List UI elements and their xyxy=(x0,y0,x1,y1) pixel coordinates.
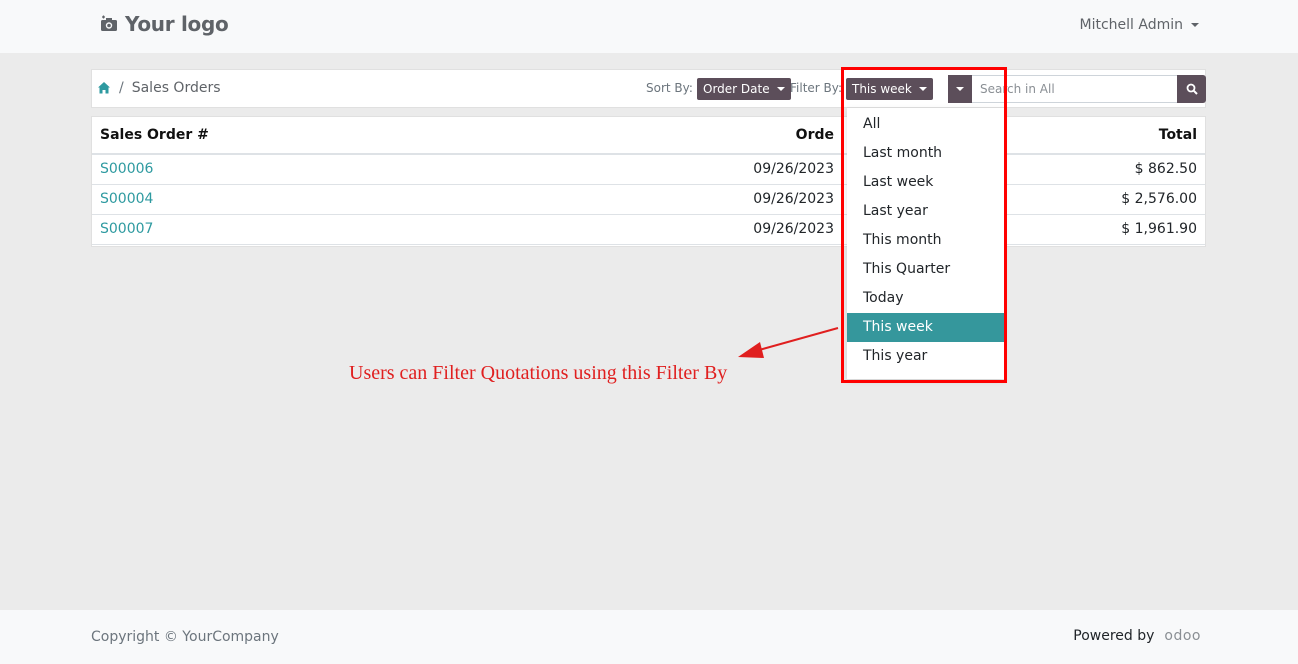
caret-down-icon xyxy=(1191,23,1199,27)
sort-value: Order Date xyxy=(703,82,770,96)
column-header-order-number: Sales Order # xyxy=(92,117,592,155)
user-name: Mitchell Admin xyxy=(1079,17,1184,33)
powered-by-label: Powered by xyxy=(1073,628,1155,644)
annotation-text: Users can Filter Quotations using this F… xyxy=(349,362,728,384)
breadcrumb: / Sales Orders xyxy=(97,80,221,96)
order-date: 09/26/2023 xyxy=(592,184,842,215)
brand-logo[interactable]: Your logo xyxy=(99,12,229,36)
table-row: S00006 09/26/2023 $ 862.50 xyxy=(92,154,1205,185)
footer: Copyright © YourCompany Powered by odoo xyxy=(0,610,1298,664)
portal-toolbar: / Sales Orders Sort By: Order Date Filte… xyxy=(91,69,1206,108)
home-icon[interactable] xyxy=(97,81,111,95)
logo-text: Your logo xyxy=(125,12,229,36)
table-row: S00004 09/26/2023 $ 2,576.00 xyxy=(92,184,1205,215)
breadcrumb-current: Sales Orders xyxy=(131,80,221,96)
order-date: 09/26/2023 xyxy=(592,154,842,185)
table-header-row: Sales Order # Orde Total xyxy=(92,117,1205,155)
table-row: S00007 09/26/2023 $ 1,961.90 xyxy=(92,214,1205,245)
search-icon xyxy=(1186,83,1198,95)
caret-down-icon xyxy=(776,87,785,91)
filter-label: Filter By: xyxy=(790,81,843,95)
breadcrumb-separator: / xyxy=(119,80,124,96)
annotation-arrow-icon xyxy=(738,327,839,358)
odoo-logo[interactable]: odoo xyxy=(1164,628,1201,644)
sales-orders-table: Sales Order # Orde Total S00006 09/26/20… xyxy=(91,116,1206,247)
order-link[interactable]: S00004 xyxy=(100,191,153,207)
powered-by: Powered by odoo xyxy=(1073,628,1201,644)
copyright-text: Copyright © YourCompany xyxy=(91,629,279,645)
order-link[interactable]: S00007 xyxy=(100,221,153,237)
highlight-rectangle xyxy=(841,67,1007,383)
top-navbar: Your logo Mitchell Admin xyxy=(0,0,1298,53)
column-header-order-date: Orde xyxy=(592,117,842,155)
order-date: 09/26/2023 xyxy=(592,214,842,245)
sort-label: Sort By: xyxy=(646,81,693,95)
camera-icon xyxy=(101,15,117,31)
order-link[interactable]: S00006 xyxy=(100,161,153,177)
search-button[interactable] xyxy=(1177,75,1206,103)
user-menu-dropdown[interactable]: Mitchell Admin xyxy=(1079,17,1199,33)
sort-by-dropdown-button[interactable]: Order Date xyxy=(697,78,791,100)
